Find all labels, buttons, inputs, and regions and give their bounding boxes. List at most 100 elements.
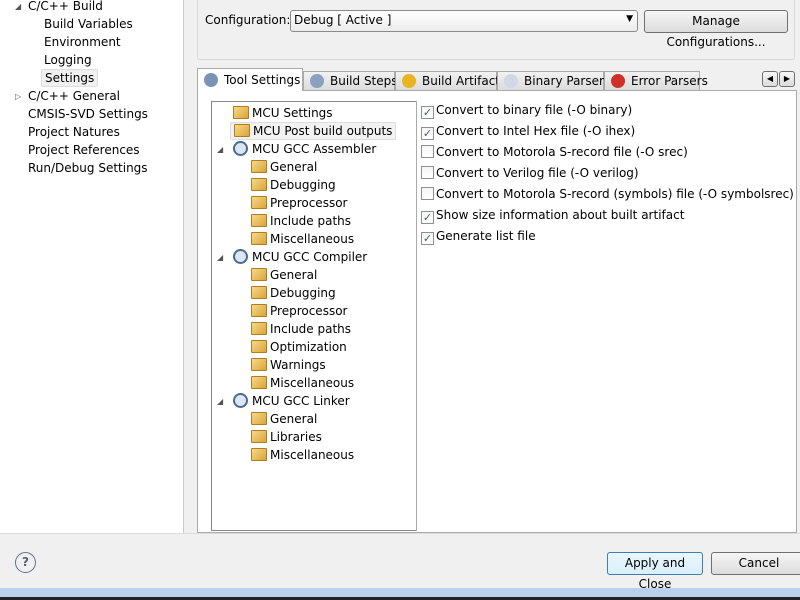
cancel-button[interactable]: Cancel: [711, 552, 800, 575]
sidebar-item[interactable]: Environment: [41, 33, 124, 51]
tree-item[interactable]: Debugging: [248, 176, 339, 194]
tool-icon: [233, 141, 248, 156]
folder-icon: [251, 304, 267, 317]
option-label: Convert to Intel Hex file (-O ihex): [436, 124, 636, 138]
tab-tool-settings[interactable]: Tool Settings: [197, 68, 303, 91]
tree-item-label: Include paths: [270, 214, 352, 228]
sidebar-item[interactable]: Run/Debug Settings: [25, 159, 151, 177]
tree-item[interactable]: MCU GCC Assembler: [230, 140, 379, 158]
option-checkbox[interactable]: ✓ Convert to Intel Hex file (-O ihex): [421, 122, 635, 140]
checkbox[interactable]: ✓: [421, 106, 434, 119]
apply-and-close-button[interactable]: Apply and Close: [607, 552, 703, 591]
folder-icon: [233, 106, 249, 119]
tree-item[interactable]: Include paths: [248, 212, 354, 230]
configuration-label: Configuration:: [205, 13, 291, 27]
tree-item[interactable]: General: [248, 266, 320, 284]
folder-icon: [251, 268, 267, 281]
tree-item[interactable]: Debugging: [248, 284, 339, 302]
manage-configurations-button[interactable]: Manage Configurations...: [644, 10, 788, 49]
folder-icon: [251, 322, 267, 335]
option-label: Convert to Motorola S-record (symbols) f…: [436, 187, 794, 201]
folder-icon: [251, 376, 267, 389]
checkbox[interactable]: [421, 187, 434, 200]
tab-error-parsers[interactable]: Error Parsers: [604, 71, 708, 91]
tool-settings-tree[interactable]: MCU Settings MCU Post build outputs ◢ MCU G…: [211, 101, 417, 531]
tab-label: Tool Settings: [224, 73, 301, 87]
tree-item[interactable]: Include paths: [248, 320, 354, 338]
taskbar: [0, 588, 800, 600]
tree-item[interactable]: Warnings: [248, 356, 329, 374]
tool-icon: [233, 393, 248, 408]
tab-build-steps[interactable]: Build Steps: [303, 71, 398, 91]
tree-item-label: Include paths: [270, 322, 352, 336]
tab-label: Error Parsers: [631, 74, 708, 88]
option-checkbox[interactable]: ✓ Generate list file: [421, 227, 536, 245]
error-icon: [611, 74, 625, 88]
tree-item[interactable]: MCU GCC Compiler: [230, 248, 370, 266]
collapse-icon[interactable]: ◢: [217, 397, 223, 406]
tree-item-label: Optimization: [270, 340, 347, 354]
tab-scroll-left-button[interactable]: ◀: [762, 71, 778, 87]
configuration-value: Debug [ Active ]: [294, 13, 392, 27]
tree-item-label: Warnings: [270, 358, 326, 372]
tree-item-label: MCU GCC Linker: [252, 394, 350, 408]
trophy-icon: [402, 74, 416, 88]
sidebar-item[interactable]: Logging: [41, 51, 95, 69]
tree-item[interactable]: Preprocessor: [248, 194, 350, 212]
sidebar-item[interactable]: CMSIS-SVD Settings: [25, 105, 151, 123]
collapse-icon[interactable]: ◢: [217, 145, 223, 154]
help-icon[interactable]: ?: [15, 552, 36, 573]
option-label: Show size information about built artifa…: [436, 208, 685, 222]
tree-item[interactable]: Libraries: [248, 428, 325, 446]
collapse-icon[interactable]: ◢: [217, 253, 223, 262]
folder-icon: [234, 124, 250, 137]
checkbox[interactable]: ✓: [421, 127, 434, 140]
build-steps-icon: [310, 74, 324, 88]
folder-icon: [251, 358, 267, 371]
tree-item-label: General: [270, 268, 318, 282]
tree-item[interactable]: Optimization: [248, 338, 350, 356]
tree-item[interactable]: General: [248, 410, 320, 428]
configuration-select[interactable]: Debug [ Active ] ▼: [290, 10, 638, 32]
checkbox[interactable]: [421, 145, 434, 158]
tree-item[interactable]: MCU Post build outputs: [230, 122, 397, 140]
folder-icon: [251, 448, 267, 461]
option-label: Convert to Verilog file (-O verilog): [436, 166, 639, 180]
checkbox[interactable]: ✓: [421, 232, 434, 245]
sidebar-item[interactable]: C/C++ Build: [25, 0, 106, 15]
tool-settings-icon: [204, 73, 218, 87]
sidebar-item[interactable]: Project Natures: [25, 123, 123, 141]
checkbox[interactable]: ✓: [421, 211, 434, 224]
sidebar-item[interactable]: Build Variables: [41, 15, 136, 33]
folder-icon: [251, 196, 267, 209]
sidebar-item[interactable]: Project References: [25, 141, 143, 159]
tab-binary-parsers[interactable]: Binary Parsers: [497, 71, 610, 91]
option-checkbox[interactable]: ✓ Show size information about built artif…: [421, 206, 684, 224]
tree-item-label: MCU GCC Assembler: [252, 142, 377, 156]
tree-item-label: MCU GCC Compiler: [252, 250, 368, 264]
tab-label: Build Artifact: [422, 74, 500, 88]
option-checkbox[interactable]: Convert to Verilog file (-O verilog): [421, 164, 639, 182]
option-checkbox[interactable]: ✓ Convert to binary file (-O binary): [421, 101, 632, 119]
tree-item[interactable]: Miscellaneous: [248, 446, 357, 464]
sidebar-item[interactable]: C/C++ General: [25, 87, 123, 105]
tab-scroll-right-button[interactable]: ▶: [779, 71, 795, 87]
tree-item[interactable]: MCU GCC Linker: [230, 392, 353, 410]
tree-item[interactable]: General: [248, 158, 320, 176]
folder-icon: [251, 178, 267, 191]
tree-item[interactable]: Miscellaneous: [248, 374, 357, 392]
option-checkbox[interactable]: Convert to Motorola S-record (symbols) f…: [421, 185, 794, 203]
tree-item-label: MCU Settings: [252, 106, 333, 120]
chevron-down-icon: ▼: [626, 14, 633, 24]
tree-item[interactable]: Preprocessor: [248, 302, 350, 320]
tree-item[interactable]: MCU Settings: [230, 104, 336, 122]
tool-icon: [233, 249, 248, 264]
binary-icon: [504, 74, 518, 88]
sidebar-item[interactable]: Settings: [41, 69, 99, 87]
option-checkbox[interactable]: Convert to Motorola S-record file (-O sr…: [421, 143, 688, 161]
tab-build-artifact[interactable]: Build Artifact: [395, 71, 500, 91]
checkbox[interactable]: [421, 166, 434, 179]
expand-icon[interactable]: ▷: [15, 92, 21, 101]
collapse-icon[interactable]: ◢: [15, 2, 21, 11]
tree-item[interactable]: Miscellaneous: [248, 230, 357, 248]
